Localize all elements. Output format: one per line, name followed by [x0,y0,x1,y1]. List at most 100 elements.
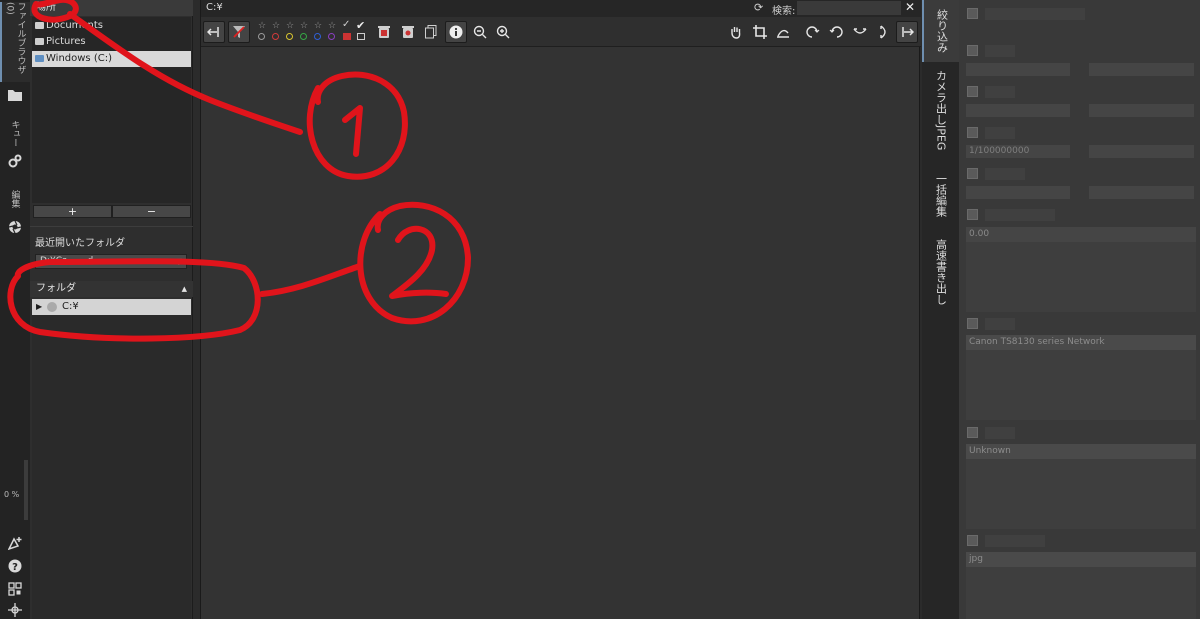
move-icon[interactable] [6,601,24,619]
focal-min-field[interactable] [966,186,1070,199]
location-documents[interactable]: Documents [32,18,191,34]
original-files-icon[interactable] [420,21,442,43]
filter-focal-checkbox[interactable] [967,168,978,179]
color-label-none[interactable] [258,33,265,40]
exposure-comp-list[interactable] [966,242,1196,312]
color-label-purple[interactable] [328,33,335,40]
remove-location-button[interactable]: − [112,205,191,218]
tab-edit[interactable]: 編集 [0,184,30,214]
color-label-green[interactable] [300,33,307,40]
filter-filetype-label [985,535,1045,547]
locations-list: Documents Pictures Windows (C:) [32,17,191,203]
folders-header[interactable]: フォルダ ▲ [30,281,193,297]
filetype-list-item[interactable]: jpg [966,552,1196,567]
camera-list[interactable] [966,350,1196,420]
saved-check-icon[interactable]: ✔ [356,19,365,32]
path-input[interactable]: C:¥ [206,2,223,13]
tab-file-browser[interactable]: ファイルブラウザ (0) [0,2,30,82]
filter-aperture-checkbox[interactable] [967,45,978,56]
exposure-comp-field[interactable]: 0.00 [966,227,1196,242]
divider [30,226,193,227]
star-6-icon[interactable]: ☆ [328,21,336,31]
folder-icon [35,22,44,29]
right-tab-strip: 絞り込み カメラ出しJPEG 一括編集 高速書き出し [922,0,959,619]
filter-panel: 1/100000000 0.00 Canon TS8130 series Net… [959,0,1200,619]
color-label-yellow[interactable] [286,33,293,40]
not-saved-icon[interactable] [357,33,365,40]
tab-fast-export[interactable]: 高速書き出し [922,234,959,310]
hand-icon[interactable] [725,21,747,43]
filter-iso-checkbox[interactable] [967,86,978,97]
recent-folders-dropdown[interactable]: D:¥Ca... ...d... ▼ [35,254,187,269]
filter-expcomp-checkbox[interactable] [967,209,978,220]
filter-camera-checkbox[interactable] [967,318,978,329]
iso-min-field[interactable] [966,104,1070,117]
edited-check-icon[interactable]: ✓ [342,19,350,30]
aperture-min-field[interactable] [966,63,1070,76]
tab-file-browser-label: ファイルブラウザ (0) [4,2,26,74]
toggle-right-panel-icon[interactable] [896,21,918,43]
camera-list-item[interactable]: Canon TS8130 series Network [966,335,1196,350]
add-location-button[interactable]: + [33,205,112,218]
iso-max-field[interactable] [1089,104,1194,117]
star-5-icon[interactable]: ☆ [314,21,322,31]
zoom-out-icon[interactable] [469,21,491,43]
aperture-max-field[interactable] [1089,63,1194,76]
rotate-right-90-icon[interactable] [825,21,847,43]
location-windows-c[interactable]: Windows (C:) [32,51,191,67]
tab-queue[interactable]: キュー [0,118,30,148]
locations-header: 場所 [30,0,193,16]
trash-icon[interactable] [373,21,395,43]
panel-scrollbar[interactable] [24,460,28,520]
gears-icon[interactable] [6,152,24,170]
expand-arrow-icon[interactable]: ▶ [36,299,42,315]
straighten-icon[interactable] [772,21,794,43]
flip-horizontal-icon[interactable] [849,21,871,43]
filter-filetype-checkbox[interactable] [967,535,978,546]
star-4-icon[interactable]: ☆ [300,21,308,31]
toggle-left-panel-icon[interactable] [203,21,225,43]
help-icon[interactable]: ? [6,557,24,575]
tab-edit-label: 編集 [9,190,20,208]
rotate-left-90-icon[interactable] [802,21,824,43]
close-icon[interactable]: ✕ [905,0,915,14]
qr-icon[interactable] [6,580,24,598]
star-1-icon[interactable]: ☆ [258,21,266,31]
shutter-min-field[interactable]: 1/100000000 [966,145,1070,158]
color-label-red[interactable] [272,33,279,40]
filter-shutter-checkbox[interactable] [967,127,978,138]
search-label: 検索: [772,6,796,17]
flip-vertical-icon[interactable] [872,21,894,43]
star-2-icon[interactable]: ☆ [272,21,280,31]
zoom-in-icon[interactable] [492,21,514,43]
recently-saved-icon[interactable] [343,33,351,40]
filter-icon[interactable] [228,21,250,43]
folder-tree-root[interactable]: ▶ C:¥ [32,299,191,315]
shutter-max-field[interactable] [1089,145,1194,158]
chevron-down-icon: ▼ [175,257,182,266]
search-input[interactable] [797,1,901,15]
tab-batch-edit[interactable]: 一括編集 [922,160,959,230]
location-label: Pictures [46,36,86,47]
refresh-icon[interactable]: ⟳ [754,1,763,14]
color-label-blue[interactable] [314,33,321,40]
lens-list-item[interactable]: Unknown [966,444,1196,459]
tab-camera-jpeg[interactable]: カメラ出しJPEG [922,66,959,154]
crop-icon[interactable] [749,21,771,43]
new-window-icon[interactable] [6,534,24,552]
lens-list[interactable] [966,459,1196,529]
focal-max-field[interactable] [1089,186,1194,199]
filter-enable-checkbox[interactable] [967,8,978,19]
star-3-icon[interactable]: ☆ [286,21,294,31]
folder-icon[interactable] [6,86,24,104]
trash-filter-icon[interactable] [397,21,419,43]
tab-filter[interactable]: 絞り込み [922,0,959,62]
filter-enable-label [985,8,1085,20]
info-icon[interactable] [445,21,467,43]
tab-queue-label: キュー [9,119,20,147]
filetype-list[interactable] [966,567,1196,619]
filter-lens-checkbox[interactable] [967,427,978,438]
location-pictures[interactable]: Pictures [32,34,191,50]
filter-camera-label [985,318,1015,330]
aperture-icon[interactable] [6,218,24,236]
